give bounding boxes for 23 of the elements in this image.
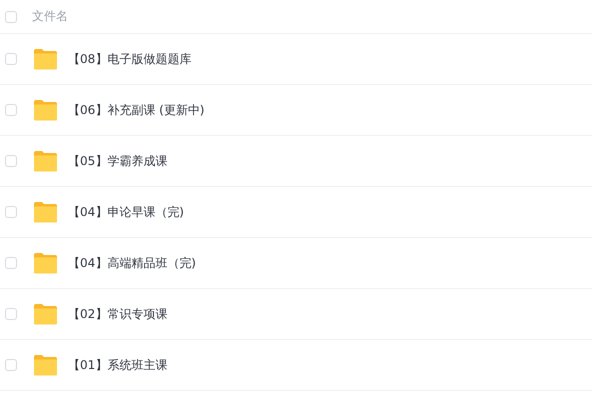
- folder-icon: [33, 150, 58, 172]
- checkbox[interactable]: [5, 10, 17, 22]
- folder-icon: [33, 252, 58, 274]
- folder-icon: [33, 201, 58, 223]
- folder-name[interactable]: 【04】申论早课（完): [68, 204, 184, 220]
- folder-name[interactable]: 【05】学霸养成课: [68, 152, 168, 170]
- checkbox[interactable]: [5, 308, 17, 320]
- checkbox[interactable]: [5, 206, 17, 218]
- folder-name[interactable]: 【06】补充副课 (更新中): [68, 102, 204, 118]
- checkbox[interactable]: [5, 104, 17, 116]
- folder-name[interactable]: 【02】常识专项课: [68, 306, 168, 322]
- checkbox[interactable]: [5, 53, 17, 65]
- folder-name[interactable]: 【01】系统班主课: [68, 356, 168, 374]
- folder-icon: [33, 303, 58, 325]
- folder-icon: [33, 99, 58, 121]
- folder-icon: [33, 354, 58, 376]
- folder-icon: [33, 48, 58, 70]
- column-header: 文件名: [32, 8, 68, 25]
- checkbox[interactable]: [5, 359, 17, 371]
- checkbox[interactable]: [5, 155, 17, 167]
- checkbox[interactable]: [5, 257, 17, 269]
- folder-name[interactable]: 【04】高端精品班（完): [68, 254, 196, 272]
- folder-name[interactable]: 【08】电子版做题题库: [68, 50, 192, 68]
